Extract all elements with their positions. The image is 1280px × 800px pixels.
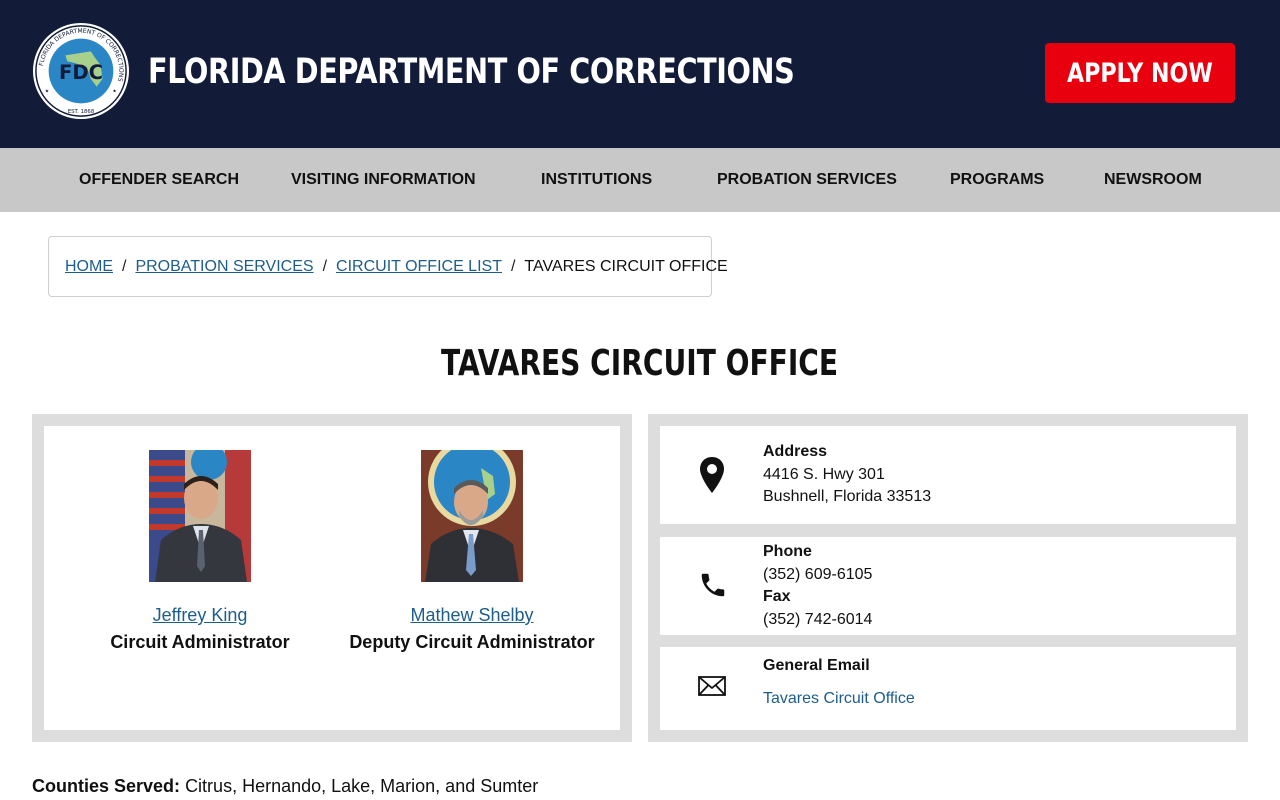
nav-offender-search[interactable]: OFFENDER SEARCH — [79, 148, 239, 212]
counties-label: Counties Served: — [32, 776, 181, 796]
apply-now-label: APPLY NOW — [1067, 57, 1213, 89]
counties-list: Citrus, Hernando, Lake, Marion, and Sumt… — [185, 776, 539, 796]
map-pin-icon — [700, 457, 724, 493]
breadcrumb-separator: / — [510, 257, 516, 275]
breadcrumb: HOME / PROBATION SERVICES / CIRCUIT OFFI… — [48, 236, 728, 297]
jeffrey-king-photo — [149, 444, 251, 582]
site-header: FLORIDA DEPARTMENT OF CORRECTIONS FDC ES… — [0, 0, 1280, 148]
staff-role: Circuit Administrator — [110, 632, 290, 652]
breadcrumb-home[interactable]: HOME — [65, 258, 113, 276]
nav-visiting-information[interactable]: VISITING INFORMATION — [291, 148, 476, 212]
email-link[interactable]: Tavares Circuit Office — [763, 690, 915, 707]
phone-number[interactable]: (352) 609-6105 — [763, 564, 872, 587]
address-box: Address 4416 S. Hwy 301 Bushnell, Florid… — [660, 426, 1236, 524]
email-label: General Email — [763, 657, 870, 674]
main-nav: OFFENDER SEARCH VISITING INFORMATION INS… — [0, 148, 1280, 212]
phone-label: Phone — [763, 543, 812, 560]
counties-served: Counties Served: Citrus, Hernando, Lake,… — [32, 776, 538, 797]
fax-number: (352) 742-6014 — [763, 610, 873, 628]
svg-text:★: ★ — [112, 89, 117, 95]
nav-probation-services[interactable]: PROBATION SERVICES — [717, 148, 897, 212]
address-block: Address 4416 S. Hwy 301 Bushnell, Florid… — [763, 441, 931, 509]
staff-card: Mathew Shelby Deputy Circuit Administrat… — [342, 438, 602, 653]
apply-now-button[interactable]: APPLY NOW — [1045, 43, 1235, 103]
address-label: Address — [763, 443, 828, 460]
breadcrumb-probation-services[interactable]: PROBATION SERVICES — [135, 258, 313, 276]
address-line-2: Bushnell, Florida 33513 — [763, 488, 932, 505]
envelope-icon — [698, 676, 726, 696]
breadcrumb-circuit-office-list[interactable]: CIRCUIT OFFICE LIST — [336, 258, 502, 276]
address-line-1: 4416 S. Hwy 301 — [763, 465, 885, 483]
phone-box: Phone (352) 609-6105 Fax (352) 742-6014 — [660, 537, 1236, 635]
page-title: TAVARES CIRCUIT OFFICE — [441, 343, 839, 384]
breadcrumb-separator: / — [322, 257, 328, 275]
svg-text:★: ★ — [45, 89, 50, 95]
contact-panel: Address 4416 S. Hwy 301 Bushnell, Florid… — [648, 414, 1248, 742]
email-block: General Email Tavares Circuit Office — [763, 655, 915, 710]
nav-institutions[interactable]: INSTITUTIONS — [541, 148, 652, 212]
breadcrumb-current: TAVARES CIRCUIT OFFICE — [524, 257, 728, 275]
svg-text:FDC: FDC — [59, 61, 103, 84]
phone-icon — [701, 573, 725, 597]
phone-block: Phone (352) 609-6105 Fax (352) 742-6014 — [763, 541, 872, 631]
staff-name-link[interactable]: Mathew Shelby — [342, 605, 602, 626]
email-box: General Email Tavares Circuit Office — [660, 647, 1236, 730]
fax-label: Fax — [763, 588, 791, 605]
breadcrumb-separator: / — [122, 257, 127, 275]
fdc-seal-logo[interactable]: FLORIDA DEPARTMENT OF CORRECTIONS FDC ES… — [32, 22, 130, 120]
mathew-shelby-photo — [421, 438, 523, 582]
site-title[interactable]: FLORIDA DEPARTMENT OF CORRECTIONS — [148, 48, 795, 96]
staff-card: Jeffrey King Circuit Administrator — [70, 444, 330, 653]
staff-name-link[interactable]: Jeffrey King — [70, 605, 330, 626]
staff-role: Deputy Circuit Administrator — [349, 632, 595, 652]
nav-programs[interactable]: PROGRAMS — [950, 148, 1044, 212]
nav-newsroom[interactable]: NEWSROOM — [1104, 148, 1202, 212]
svg-text:EST. 1868: EST. 1868 — [68, 109, 95, 115]
staff-panel: Jeffrey King Circuit Administrator Mathe… — [32, 414, 632, 742]
